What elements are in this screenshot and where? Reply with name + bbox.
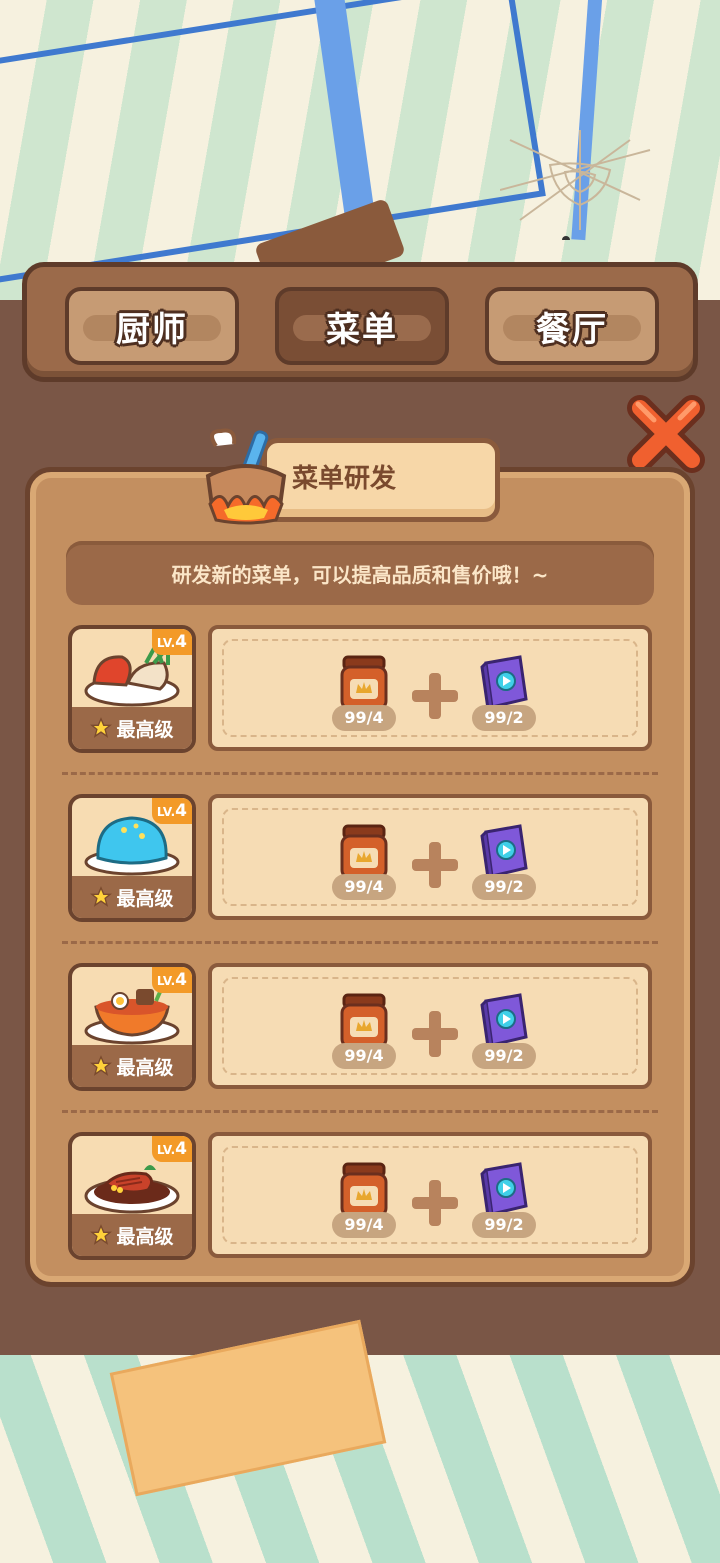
grade-label: 最高级 [72,707,192,749]
description-banner: 研发新的菜单，可以提高品质和售价哦！~ [66,541,654,605]
dish-card[interactable]: LV.4 最高级 [68,963,196,1091]
recipe-ingredients: 99/4 99/2 [208,963,652,1089]
tab-chef[interactable]: 厨师 [65,287,239,365]
cooking-pot-icon [205,428,287,525]
row-divider [62,772,658,775]
dish-card[interactable]: LV.4 最高级 [68,625,196,753]
ingredient-count: 99/2 [472,1212,536,1238]
plus-icon [412,1180,458,1226]
star-icon [90,1224,113,1245]
ingredient-count: 99/2 [472,874,536,900]
plus-icon [412,842,458,888]
recipe-row: LV.4 最高级 99/4 99/2 [68,1132,652,1262]
recipe-row: LV.4 最高级 99/4 99/2 [68,625,652,755]
row-divider [62,1110,658,1113]
ingredient-count: 99/4 [332,1212,396,1238]
grade-label: 最高级 [72,1214,192,1256]
ingredient-count: 99/4 [332,1043,396,1069]
ingredient-count: 99/2 [472,1043,536,1069]
recipe-ingredients: 99/4 99/2 [208,1132,652,1258]
level-badge: LV.4 [151,1136,192,1162]
tab-menu-label: 菜单 [326,309,398,350]
cobweb-icon [500,130,651,240]
panel-title: 菜单研发 [292,464,397,494]
ingredient-count: 99/4 [332,874,396,900]
tab-menu[interactable]: 菜单 [275,287,449,365]
row-divider [62,941,658,944]
level-badge: LV.4 [151,967,192,993]
top-tab-bar: 厨师 菜单 餐厅 [22,262,698,382]
grade-label: 最高级 [72,876,192,918]
ingredient-count: 99/2 [472,705,536,731]
dish-card[interactable]: LV.4 最高级 [68,1132,196,1260]
grade-label: 最高级 [72,1045,192,1087]
star-icon [90,1055,113,1076]
star-icon [90,886,113,907]
ingredient-count: 99/4 [332,705,396,731]
recipe-row: LV.4 最高级 99/4 99/2 [68,794,652,924]
tab-restaurant-label: 餐厅 [536,309,608,350]
recipe-ingredients: 99/4 99/2 [208,794,652,920]
plus-icon [412,1011,458,1057]
recipe-row: LV.4 最高级 99/4 99/2 [68,963,652,1093]
description-text: 研发新的菜单，可以提高品质和售价哦！~ [171,562,549,587]
tab-restaurant[interactable]: 餐厅 [485,287,659,365]
tab-chef-label: 厨师 [116,309,188,350]
close-icon[interactable] [624,392,708,476]
dish-card[interactable]: LV.4 最高级 [68,794,196,922]
level-badge: LV.4 [151,629,192,655]
level-badge: LV.4 [151,798,192,824]
star-icon [90,717,113,738]
recipe-ingredients: 99/4 99/2 [208,625,652,751]
plus-icon [412,673,458,719]
